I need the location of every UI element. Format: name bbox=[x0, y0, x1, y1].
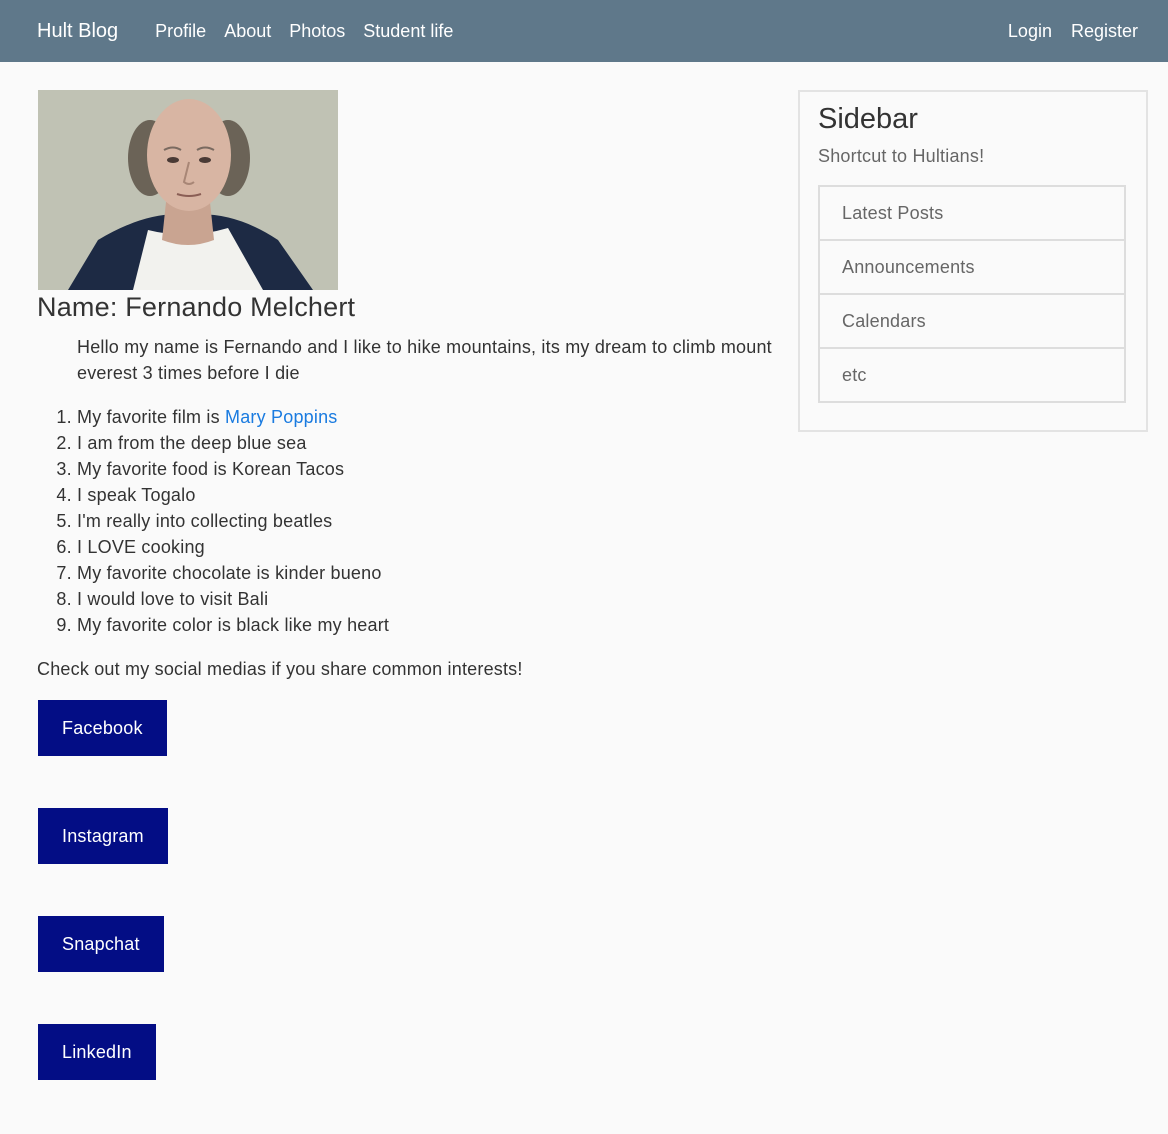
list-item: My favorite color is black like my heart bbox=[77, 612, 777, 638]
list-item: My favorite food is Korean Tacos bbox=[77, 456, 777, 482]
list-item: My favorite film is Mary Poppins bbox=[77, 404, 777, 430]
list-item: I'm really into collecting beatles bbox=[77, 508, 777, 534]
sidebar-item-announcements[interactable]: Announcements bbox=[820, 239, 1124, 293]
sidebar-item-calendars[interactable]: Calendars bbox=[820, 293, 1124, 347]
film-link[interactable]: Mary Poppins bbox=[225, 407, 337, 427]
facebook-button[interactable]: Facebook bbox=[38, 700, 167, 756]
list-item: I LOVE cooking bbox=[77, 534, 777, 560]
facts-list: My favorite film is Mary Poppins I am fr… bbox=[77, 404, 777, 638]
nav-left: Hult Blog Profile About Photos Student l… bbox=[37, 20, 471, 43]
main-content: Name: Fernando Melchert Hello my name is… bbox=[37, 90, 777, 1080]
instagram-button[interactable]: Instagram bbox=[38, 808, 168, 864]
list-item: My favorite chocolate is kinder bueno bbox=[77, 560, 777, 586]
film-prefix: My favorite film is bbox=[77, 407, 226, 427]
sidebar-item-latest-posts[interactable]: Latest Posts bbox=[820, 187, 1124, 239]
list-item: I speak Togalo bbox=[77, 482, 777, 508]
sidebar-title: Sidebar bbox=[818, 103, 918, 135]
sidebar: Sidebar Shortcut to Hultians! Latest Pos… bbox=[798, 90, 1148, 432]
nav-right: Login Register bbox=[989, 21, 1138, 42]
social-buttons: Facebook Instagram Snapchat LinkedIn bbox=[37, 700, 777, 1080]
page-container: Name: Fernando Melchert Hello my name is… bbox=[0, 62, 1168, 1080]
linkedin-button[interactable]: LinkedIn bbox=[38, 1024, 156, 1080]
social-note: Check out my social medias if you share … bbox=[37, 659, 523, 679]
snapchat-button[interactable]: Snapchat bbox=[38, 916, 164, 972]
nav-link-about[interactable]: About bbox=[224, 21, 271, 42]
sidebar-list: Latest Posts Announcements Calendars etc bbox=[818, 185, 1126, 403]
sidebar-item-etc[interactable]: etc bbox=[820, 347, 1124, 401]
bio-paragraph: Hello my name is Fernando and I like to … bbox=[77, 337, 772, 383]
profile-name-heading: Name: Fernando Melchert bbox=[37, 292, 356, 322]
profile-photo bbox=[38, 90, 338, 290]
brand-link[interactable]: Hult Blog bbox=[37, 20, 118, 43]
top-navbar: Hult Blog Profile About Photos Student l… bbox=[0, 0, 1168, 62]
nav-link-profile[interactable]: Profile bbox=[155, 21, 206, 42]
login-link[interactable]: Login bbox=[1008, 21, 1052, 42]
nav-link-photos[interactable]: Photos bbox=[289, 21, 345, 42]
list-item: I am from the deep blue sea bbox=[77, 430, 777, 456]
register-link[interactable]: Register bbox=[1071, 21, 1138, 42]
sidebar-subtitle: Shortcut to Hultians! bbox=[818, 146, 985, 166]
list-item: I would love to visit Bali bbox=[77, 586, 777, 612]
nav-link-student-life[interactable]: Student life bbox=[363, 21, 453, 42]
